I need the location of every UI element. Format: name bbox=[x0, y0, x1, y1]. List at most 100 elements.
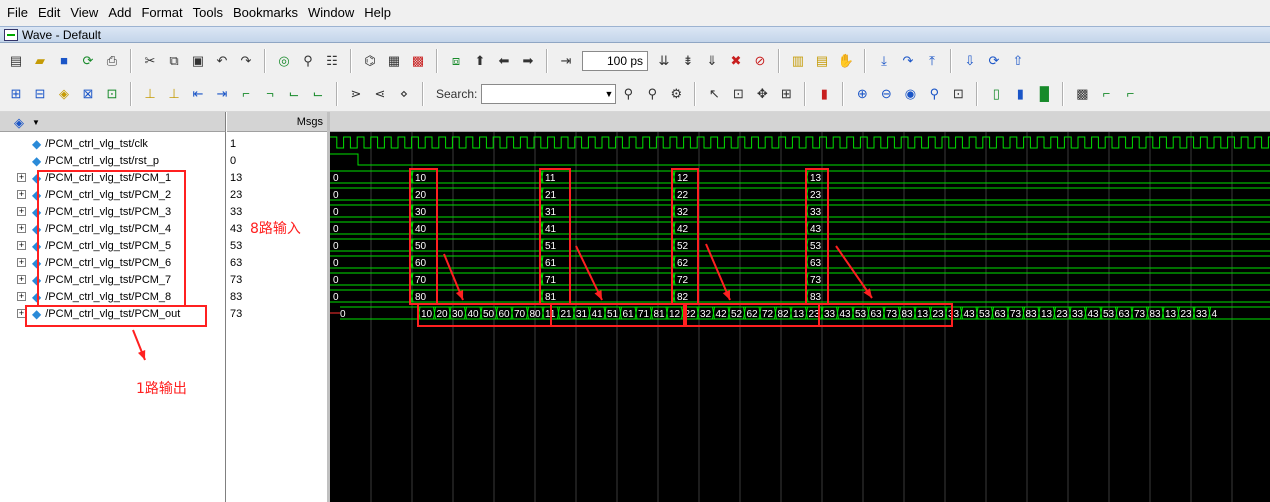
paste-icon[interactable]: ▣ bbox=[188, 51, 208, 71]
find-icon[interactable]: ⚲ bbox=[298, 51, 318, 71]
new-file-icon[interactable]: ▤ bbox=[6, 51, 26, 71]
transition2-icon[interactable]: ⌙ bbox=[308, 84, 328, 104]
signal-row[interactable]: + ◆/PCM_ctrl_vlg_tst/PCM_4 bbox=[0, 220, 225, 237]
chevron-down-icon[interactable]: ▼ bbox=[32, 118, 40, 127]
wave-window-titlebar[interactable]: Wave - Default bbox=[0, 26, 1270, 43]
zoom-in-icon[interactable]: ⊕ bbox=[852, 84, 872, 104]
compile-all-icon[interactable]: ▦ bbox=[384, 51, 404, 71]
wave-options-icon[interactable]: ◈ bbox=[14, 115, 24, 131]
format-literal-icon[interactable]: ▯ bbox=[986, 84, 1006, 104]
step-out-icon[interactable]: ⤒ bbox=[922, 51, 942, 71]
signal-row[interactable]: + ◆/PCM_ctrl_vlg_tst/PCM_1 bbox=[0, 169, 225, 186]
pan-mode-icon[interactable]: ✥ bbox=[752, 84, 772, 104]
waveform-area[interactable]: 0 10 11 12 130 20 21 22 230 30 31 32 330 40 41 42 430 50 5… bbox=[330, 132, 1270, 502]
add-wave-icon[interactable]: ⊞ bbox=[6, 84, 26, 104]
expand-icon[interactable]: + bbox=[17, 173, 26, 182]
signal-row[interactable]: + ◆/PCM_ctrl_vlg_tst/PCM_out bbox=[0, 305, 225, 322]
print-icon[interactable]: ⎙ bbox=[102, 51, 122, 71]
menu-item-view[interactable]: View bbox=[67, 0, 105, 26]
open-folder-icon[interactable]: ▰ bbox=[30, 51, 50, 71]
redo-icon[interactable]: ↷ bbox=[236, 51, 256, 71]
right-arrow-icon[interactable]: ➡ bbox=[518, 51, 538, 71]
break-run-icon[interactable]: ✖ bbox=[726, 51, 746, 71]
add-schematic-icon[interactable]: ⊡ bbox=[102, 84, 122, 104]
prev-edge-icon[interactable]: ⇤ bbox=[188, 84, 208, 104]
signal-row[interactable]: + ◆/PCM_ctrl_vlg_tst/PCM_5 bbox=[0, 237, 225, 254]
menu-item-bookmarks[interactable]: Bookmarks bbox=[230, 0, 305, 26]
performance-icon[interactable]: ▥ bbox=[788, 51, 808, 71]
structure-icon[interactable]: ☷ bbox=[322, 51, 342, 71]
hand-icon[interactable]: ✋ bbox=[836, 51, 856, 71]
signal-row[interactable]: + ◆/PCM_ctrl_vlg_tst/PCM_2 bbox=[0, 186, 225, 203]
step-icon[interactable]: ⤓ bbox=[874, 51, 894, 71]
menu-item-help[interactable]: Help bbox=[361, 0, 398, 26]
step-into-icon[interactable]: ⇩ bbox=[960, 51, 980, 71]
stop-icon[interactable]: ⊘ bbox=[750, 51, 770, 71]
search-input[interactable]: ▼ bbox=[481, 83, 617, 104]
chevron-down-icon[interactable]: ▼ bbox=[604, 89, 613, 99]
format-logic-icon[interactable]: ▮ bbox=[1010, 84, 1030, 104]
find-prev-icon[interactable]: ⌐ bbox=[236, 84, 256, 104]
run-all-icon[interactable]: ⇓ bbox=[702, 51, 722, 71]
break-icon[interactable]: ◎ bbox=[274, 51, 294, 71]
expand-icon[interactable]: + bbox=[17, 292, 26, 301]
zoom-out-icon[interactable]: ⊖ bbox=[876, 84, 896, 104]
signal-row[interactable]: + ◆/PCM_ctrl_vlg_tst/PCM_7 bbox=[0, 271, 225, 288]
signal-row[interactable]: + ◆/PCM_ctrl_vlg_tst/PCM_6 bbox=[0, 254, 225, 271]
expand-icon[interactable]: + bbox=[17, 207, 26, 216]
stoplight-icon[interactable]: ▮ bbox=[814, 84, 834, 104]
expand-icon[interactable]: + bbox=[17, 275, 26, 284]
format-event-icon[interactable]: █ bbox=[1034, 84, 1054, 104]
merge-icon[interactable]: ⋄ bbox=[394, 84, 414, 104]
edge-icon[interactable]: ⌐ bbox=[1096, 84, 1116, 104]
search-options-icon[interactable]: ⚙ bbox=[666, 84, 686, 104]
expand-icon[interactable]: + bbox=[17, 241, 26, 250]
search-prev-icon[interactable]: ⚲ bbox=[618, 84, 638, 104]
expand-icon[interactable]: + bbox=[17, 190, 26, 199]
signal-row[interactable]: + ◆/PCM_ctrl_vlg_tst/PCM_3 bbox=[0, 203, 225, 220]
expand-icon[interactable]: + bbox=[17, 258, 26, 267]
signal-row[interactable]: ◆/PCM_ctrl_vlg_tst/clk bbox=[0, 135, 225, 152]
add-memory-icon[interactable]: ◈ bbox=[54, 84, 74, 104]
split-icon[interactable]: ⋗ bbox=[346, 84, 366, 104]
step-over-icon[interactable]: ↷ bbox=[898, 51, 918, 71]
cut-icon[interactable]: ✂ bbox=[140, 51, 160, 71]
add-dataflow-icon[interactable]: ⊠ bbox=[78, 84, 98, 104]
up-arrow-icon[interactable]: ⬆ bbox=[470, 51, 490, 71]
step-out2-icon[interactable]: ⇧ bbox=[1008, 51, 1028, 71]
step-over2-icon[interactable]: ⟳ bbox=[984, 51, 1004, 71]
menu-item-tools[interactable]: Tools bbox=[190, 0, 230, 26]
left-arrow-icon[interactable]: ⬅ bbox=[494, 51, 514, 71]
reload-icon[interactable]: ⟳ bbox=[78, 51, 98, 71]
expand-icon[interactable]: + bbox=[17, 309, 26, 318]
run-icon[interactable]: ⇊ bbox=[654, 51, 674, 71]
signal-row[interactable]: ◆/PCM_ctrl_vlg_tst/rst_p bbox=[0, 152, 225, 169]
grid-icon[interactable]: ▩ bbox=[1072, 84, 1092, 104]
insert-cursor-icon[interactable]: ⊥ bbox=[140, 84, 160, 104]
signal-row[interactable]: + ◆/PCM_ctrl_vlg_tst/PCM_8 bbox=[0, 288, 225, 305]
save-icon[interactable]: ■ bbox=[54, 51, 74, 71]
select-mode-icon[interactable]: ↖ bbox=[704, 84, 724, 104]
compile-icon[interactable]: ⌬ bbox=[360, 51, 380, 71]
edit-mode-icon[interactable]: ⊞ bbox=[776, 84, 796, 104]
find-next-icon[interactable]: ¬ bbox=[260, 84, 280, 104]
run-length-input[interactable]: 100 ps bbox=[582, 50, 648, 71]
menu-item-edit[interactable]: Edit bbox=[35, 0, 67, 26]
menu-item-file[interactable]: File bbox=[4, 0, 35, 26]
continue-run-icon[interactable]: ⇟ bbox=[678, 51, 698, 71]
zoom-mode-icon[interactable]: ⊡ bbox=[728, 84, 748, 104]
zoom-region-icon[interactable]: ⊡ bbox=[948, 84, 968, 104]
transition-icon[interactable]: ⌙ bbox=[284, 84, 304, 104]
undo-icon[interactable]: ↶ bbox=[212, 51, 232, 71]
split2-icon[interactable]: ⋖ bbox=[370, 84, 390, 104]
delete-cursor-icon[interactable]: ⊥ bbox=[164, 84, 184, 104]
memory-icon[interactable]: ▤ bbox=[812, 51, 832, 71]
stop-compile-icon[interactable]: ▩ bbox=[408, 51, 428, 71]
menu-item-add[interactable]: Add bbox=[105, 0, 138, 26]
zoom-cursor-icon[interactable]: ⚲ bbox=[924, 84, 944, 104]
run-length-icon[interactable]: ⇥ bbox=[556, 51, 576, 71]
copy-icon[interactable]: ⧉ bbox=[164, 51, 184, 71]
next-edge-icon[interactable]: ⇥ bbox=[212, 84, 232, 104]
search-next-icon[interactable]: ⚲ bbox=[642, 84, 662, 104]
simulate-icon[interactable]: ⧈ bbox=[446, 51, 466, 71]
